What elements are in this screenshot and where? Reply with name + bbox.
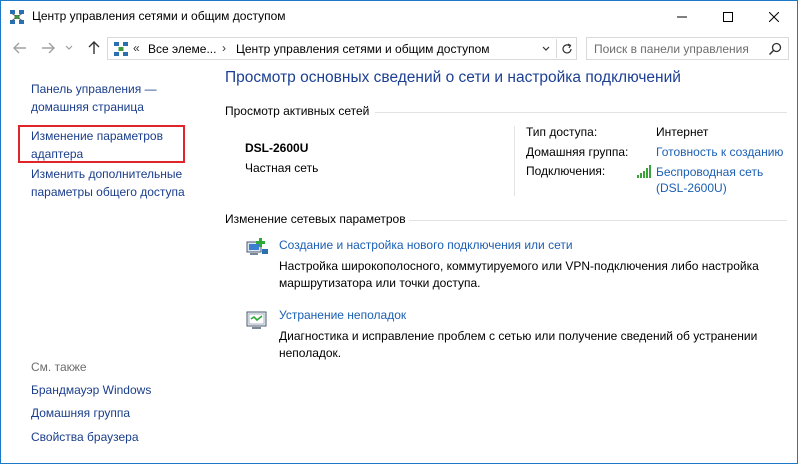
homegroup-label: Домашняя группа: [526, 145, 629, 159]
troubleshoot-icon [246, 311, 267, 329]
minimize-button[interactable] [659, 1, 705, 32]
setup-new-connection-link[interactable]: Создание и настройка нового подключения … [279, 238, 573, 252]
main-content: Просмотр основных сведений о сети и наст… [211, 64, 797, 464]
windows-firewall-link[interactable]: Брандмауэр Windows [31, 383, 151, 397]
change-settings-heading: Изменение сетевых параметров [225, 212, 406, 226]
arrow-right-icon [42, 42, 55, 54]
network-setup-icon [246, 238, 268, 255]
setup-new-connection-description: Настройка широкополосного, коммутируемог… [279, 259, 759, 290]
breadcrumb-current[interactable]: Центр управления сетями и общим доступом [236, 42, 490, 56]
advanced-sharing-settings-link[interactable]: Изменить дополнительные параметры общего… [31, 165, 206, 201]
chevron-down-icon [542, 46, 549, 51]
title-bar[interactable]: Центр управления сетями и общим доступом [1, 1, 797, 32]
chevron-down-icon [65, 45, 73, 50]
recent-locations-button[interactable] [63, 39, 75, 57]
search-box[interactable] [586, 37, 789, 60]
tasks-pane: Панель управления — домашняя страница Из… [1, 64, 211, 464]
maximize-button[interactable] [705, 1, 751, 32]
access-type-value: Интернет [656, 125, 709, 139]
connection-ssid[interactable]: (DSL-2600U) [656, 180, 763, 196]
troubleshoot-link[interactable]: Устранение неполадок [279, 308, 406, 322]
access-type-label: Тип доступа: [526, 125, 598, 139]
close-button[interactable] [751, 1, 797, 32]
address-overflow-marker[interactable]: « [133, 41, 140, 55]
network-center-icon [10, 10, 24, 24]
breadcrumb-separator[interactable]: › [222, 41, 226, 55]
address-dropdown-button[interactable] [535, 39, 555, 58]
connection-name[interactable]: Беспроводная сеть [656, 164, 763, 180]
section-divider [375, 112, 787, 113]
network-center-icon [114, 42, 128, 56]
minimize-icon [677, 16, 687, 17]
see-also-heading: См. также [31, 360, 87, 374]
internet-options-link[interactable]: Свойства браузера [31, 430, 139, 444]
arrow-up-icon [88, 41, 100, 54]
vertical-divider [514, 126, 515, 196]
homegroup-link[interactable]: Домашняя группа [31, 406, 130, 420]
change-adapter-settings-link[interactable]: Изменение параметров адаптера [31, 127, 181, 163]
refresh-button[interactable] [556, 39, 576, 58]
address-bar[interactable]: « Все элеме... › Центр управления сетями… [107, 37, 577, 60]
wireless-connection-link[interactable]: Беспроводная сеть (DSL-2600U) [656, 164, 763, 196]
homegroup-status-link[interactable]: Готовность к созданию [656, 145, 783, 159]
arrow-left-icon [13, 42, 26, 54]
refresh-icon [561, 42, 572, 53]
back-button[interactable] [11, 39, 29, 57]
up-button[interactable] [85, 39, 103, 57]
breadcrumb-all-items[interactable]: Все элеме... [148, 42, 216, 56]
network-sharing-center-window: Центр управления сетями и общим доступом [0, 0, 798, 464]
network-category: Частная сеть [245, 161, 319, 175]
window-title: Центр управления сетями и общим доступом [32, 9, 286, 23]
network-name: DSL-2600U [245, 141, 309, 155]
search-icon[interactable] [767, 41, 783, 57]
forward-button[interactable] [39, 39, 57, 57]
close-icon [769, 11, 779, 22]
control-panel-home-link[interactable]: Панель управления — домашняя страница [31, 80, 206, 116]
troubleshoot-description: Диагностика и исправление проблем с сеть… [279, 329, 758, 360]
maximize-icon [723, 11, 733, 22]
wifi-signal-icon [637, 165, 651, 178]
section-divider [409, 220, 787, 221]
active-networks-heading: Просмотр активных сетей [225, 104, 370, 118]
navigation-bar: « Все элеме... › Центр управления сетями… [1, 32, 797, 64]
connections-label: Подключения: [526, 164, 606, 178]
search-input[interactable] [587, 38, 762, 59]
page-title: Просмотр основных сведений о сети и наст… [225, 69, 681, 86]
